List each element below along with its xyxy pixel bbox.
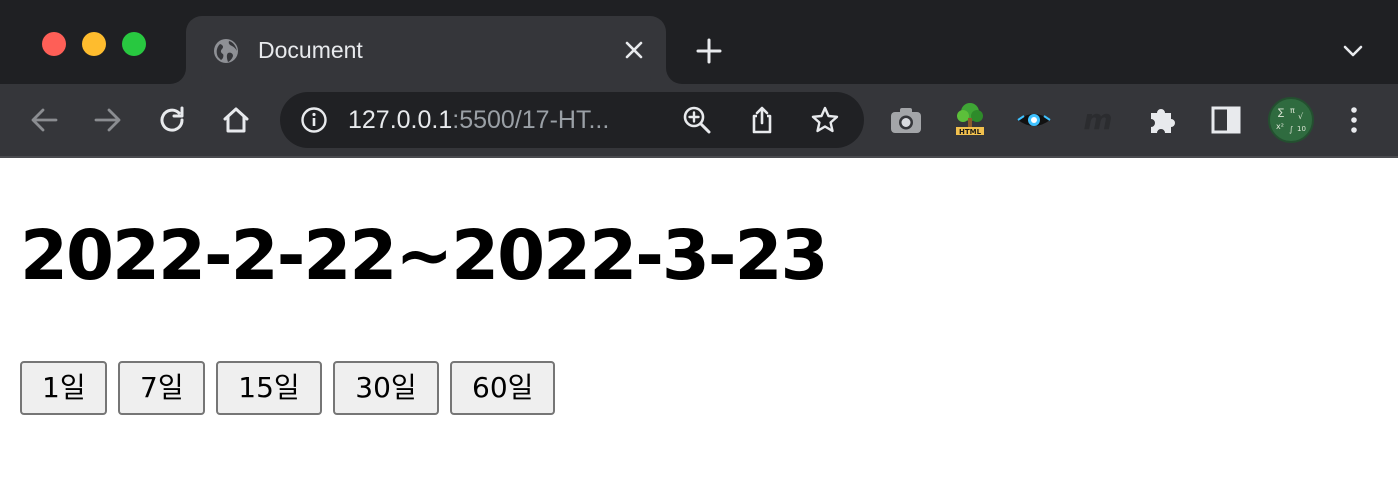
svg-text:m: m (1083, 103, 1112, 136)
html-tree-extension-icon[interactable]: HTML (950, 100, 990, 140)
page-content: 2022-2-22~2022-3-23 1일 7일 15일 30일 60일 (0, 158, 1398, 486)
close-window-button[interactable] (42, 32, 66, 56)
globe-icon (214, 39, 238, 63)
bookmark-star-icon[interactable] (810, 105, 840, 135)
maximize-window-button[interactable] (122, 32, 146, 56)
puzzle-extensions-icon[interactable] (1142, 100, 1182, 140)
m-extension-icon[interactable]: m (1078, 100, 1118, 140)
range-15-days-button[interactable]: 15일 (216, 361, 322, 415)
back-arrow-icon[interactable] (28, 104, 60, 136)
url-path: :5500/17-HT... (452, 106, 610, 134)
url-host: 127.0.0.1 (348, 106, 453, 134)
svg-text:x²: x² (1276, 122, 1284, 131)
range-60-days-button[interactable]: 60일 (450, 361, 555, 415)
browser-window: Document 127.0.0.1:5500/17-HT... HTML m … (0, 0, 1398, 486)
date-range-heading: 2022-2-22~2022-3-23 (20, 216, 829, 296)
range-button-group: 1일 7일 15일 30일 60일 (20, 361, 555, 415)
sidepanel-icon[interactable] (1206, 100, 1246, 140)
range-1-day-button[interactable]: 1일 (20, 361, 107, 415)
chevron-down-icon[interactable] (1340, 38, 1366, 64)
url-text[interactable]: 127.0.0.1:5500/17-HT... (348, 105, 609, 135)
zoom-icon[interactable] (682, 105, 712, 135)
tab-document[interactable]: Document (186, 16, 666, 84)
svg-text:√: √ (1298, 112, 1304, 121)
eye-extension-icon[interactable] (1014, 100, 1054, 140)
forward-arrow-icon[interactable] (92, 104, 124, 136)
more-menu-icon[interactable] (1334, 100, 1374, 140)
reload-icon[interactable] (156, 104, 188, 136)
share-icon[interactable] (747, 105, 777, 135)
range-7-days-button[interactable]: 7일 (118, 361, 205, 415)
tab-strip: Document (0, 0, 1398, 84)
range-30-days-button[interactable]: 30일 (333, 361, 439, 415)
svg-text:10: 10 (1297, 125, 1306, 133)
profile-avatar[interactable]: ∑ π √ x² ∫ 10 (1268, 97, 1314, 143)
minimize-window-button[interactable] (82, 32, 106, 56)
svg-text:∑: ∑ (1278, 108, 1284, 118)
home-icon[interactable] (220, 104, 252, 136)
tab-title: Document (258, 37, 363, 63)
browser-toolbar: 127.0.0.1:5500/17-HT... HTML m ∑ π √ x² … (0, 84, 1398, 158)
new-tab-icon[interactable] (694, 36, 724, 66)
address-bar[interactable]: 127.0.0.1:5500/17-HT... (280, 92, 864, 148)
svg-text:∫: ∫ (1289, 125, 1293, 134)
close-tab-icon[interactable] (622, 38, 646, 62)
site-info-icon[interactable] (300, 106, 328, 134)
svg-text:π: π (1290, 106, 1295, 115)
camera-extension-icon[interactable] (886, 100, 926, 140)
svg-text:HTML: HTML (959, 128, 982, 136)
